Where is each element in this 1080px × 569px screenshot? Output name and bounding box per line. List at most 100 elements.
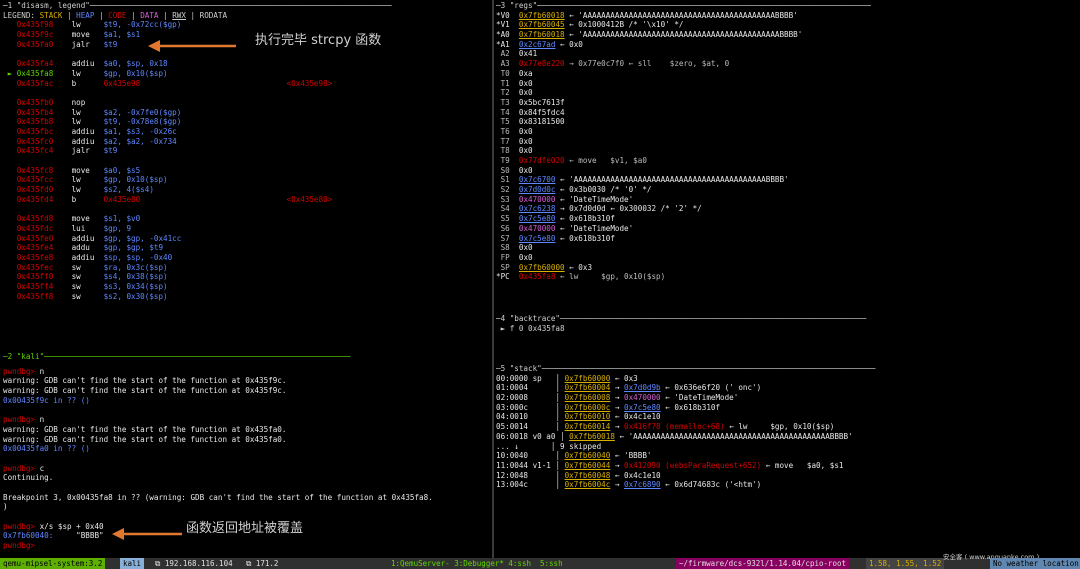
console-line xyxy=(3,405,491,415)
stack-value: ← 0x6d74683c ('<htm') xyxy=(660,480,762,490)
disasm-line xyxy=(3,88,491,98)
current-instruction-marker xyxy=(3,253,17,262)
instruction-args: 0x435e98 xyxy=(103,78,141,88)
register-value: 0x7fb60018 xyxy=(518,30,565,40)
current-instruction-marker xyxy=(3,127,17,136)
current-instruction-marker xyxy=(3,30,17,39)
register-name: T9 xyxy=(496,156,510,165)
disasm-line: 0x435fd0 lw $s2, 4($s4) xyxy=(3,185,491,195)
current-instruction-marker: ► xyxy=(3,68,17,78)
console-prompt: pwndbg> xyxy=(3,463,36,473)
instruction-opcode: lw xyxy=(71,175,104,185)
stack-register: │ xyxy=(528,480,565,490)
register-value: 0x0 xyxy=(518,146,533,156)
console-output xyxy=(3,405,8,414)
instruction-opcode: lui xyxy=(71,223,104,233)
instruction-opcode: lw xyxy=(71,20,104,30)
register-row: T3 0x5bc7613f xyxy=(496,98,1080,108)
window-list[interactable]: 1:QemuServer- 3:Debugger* 4:ssh 5:ssh xyxy=(388,558,566,569)
instruction-args: $a2, -0x7fe0($gp) xyxy=(103,107,182,117)
register-row: S6 0x470000 ← 'DateTimeMode' xyxy=(496,224,1080,234)
register-value: 0x0 xyxy=(518,136,533,146)
instruction-opcode: addiu xyxy=(71,126,104,136)
console-output xyxy=(3,512,8,521)
instruction-address: 0x435fb4 xyxy=(16,107,54,117)
instruction-opcode: sw xyxy=(71,291,104,301)
console-line: pwndbg> n xyxy=(3,415,491,425)
regs-lines: *V0 0x7fb60018 ← 'AAAAAAAAAAAAAAAAAAAAAA… xyxy=(496,11,1080,282)
console-line: warning: GDB can't find the start of the… xyxy=(3,386,491,396)
register-value: 0x7fb60018 xyxy=(518,10,565,20)
current-instruction-marker xyxy=(3,40,17,49)
current-instruction-marker xyxy=(3,263,17,272)
stack-row: 06:0018 v0 a0 │ 0x7fb60018 ← 'AAAAAAAAAA… xyxy=(496,432,1080,442)
register-name: T4 xyxy=(496,107,510,117)
current-instruction-marker xyxy=(3,195,17,204)
window-name[interactable]: kali xyxy=(120,558,145,569)
annotation-arrow-left-icon xyxy=(148,40,236,52)
register-name: S6 xyxy=(496,223,510,233)
backtrace-pane: ─4 "backtrace"──────────────────────────… xyxy=(496,314,1080,354)
register-value: 0x435fa8 xyxy=(518,272,556,282)
register-value: 0x0 xyxy=(518,165,533,175)
register-row: *V0 0x7fb60018 ← 'AAAAAAAAAAAAAAAAAAAAAA… xyxy=(496,11,1080,21)
stack-address: 0x7fb60048 xyxy=(564,470,611,480)
stack-row: 11:0044 v1-1 │ 0x7fb60044 → 0x412090 (we… xyxy=(496,461,1080,471)
register-name: *A0 xyxy=(496,30,510,40)
stack-lines: 00:0000 sp │ 0x7fb60000 ← 0x3 01:0004 │ 0… xyxy=(496,374,1080,490)
disasm-line: 0x435f98 lw $t9, -0x72cc($gp) xyxy=(3,20,491,30)
arrow-symbol: → xyxy=(610,422,625,432)
disasm-lines: 0x435f98 lw $t9, -0x72cc($gp) 0x435f9c m… xyxy=(3,20,491,301)
register-row: S4 0x7c6238 → 0x7d0d0d ← 0x300032 /* '2'… xyxy=(496,204,1080,214)
instruction-address: 0x435f98 xyxy=(16,20,54,30)
register-value: 0x77dfe020 xyxy=(518,156,565,165)
instruction-address: 0x435ff0 xyxy=(16,272,54,282)
register-value: 0x41 xyxy=(518,49,538,59)
session-name[interactable]: qemu-mipsel-system:3.2 xyxy=(0,558,106,569)
register-deref: ← 0x618b310f xyxy=(555,214,615,224)
disasm-line: 0x435fcc lw $gp, 0x10($sp) xyxy=(3,175,491,185)
instruction-opcode: addiu xyxy=(71,252,104,262)
instruction-opcode: lw xyxy=(71,68,104,78)
stack-value: ← 'BBBB' xyxy=(610,451,652,461)
instruction-args: $s2, 4($s4) xyxy=(103,185,154,195)
register-row: *PC 0x435fa8 ← lw $gp, 0x10($sp) xyxy=(496,272,1080,282)
instruction-address: 0x435fd4 xyxy=(16,194,54,204)
register-name: S2 xyxy=(496,185,510,195)
current-instruction-marker xyxy=(3,214,17,223)
register-deref: ← 'DateTimeMode' xyxy=(555,223,634,233)
instruction-args: $t9 xyxy=(103,39,118,49)
stack-register: │ xyxy=(528,393,565,403)
stack-address: 0x7fb60040 xyxy=(564,451,611,461)
disasm-line: 0x435ff0 sw $s4, 0x38($sp) xyxy=(3,272,491,282)
console-line: warning: GDB can't find the start of the… xyxy=(3,376,491,386)
stack-row: 00:0000 sp │ 0x7fb60000 ← 0x3 xyxy=(496,374,1080,384)
tmux-status-bar: qemu-mipsel-system:3.2 kali ⧉ 192.168.11… xyxy=(0,553,1080,569)
stack-address: 0x7fb6000c xyxy=(564,402,611,412)
console-command: n xyxy=(35,415,45,425)
stack-register: │ xyxy=(528,383,565,393)
console-output: Continuing. xyxy=(3,473,54,483)
console-output: warning: GDB can't find the start of the… xyxy=(3,376,287,386)
register-name: *V1 xyxy=(496,20,510,30)
disasm-line xyxy=(3,204,491,214)
arrow-symbol: → xyxy=(610,460,625,470)
register-name: S1 xyxy=(496,175,510,185)
register-name: S0 xyxy=(496,165,510,175)
